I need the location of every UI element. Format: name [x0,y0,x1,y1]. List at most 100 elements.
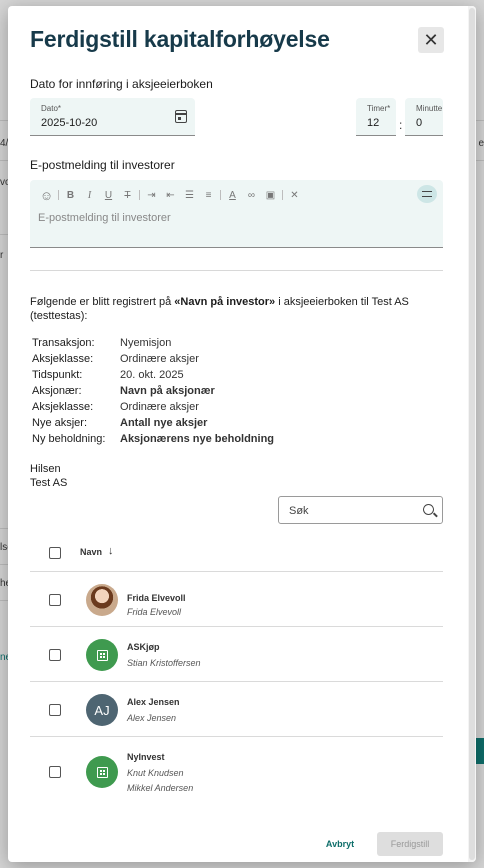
avatar [86,756,118,788]
contact-name: Frida Elvevoll [127,607,182,617]
table-row[interactable]: AJ Alex Jensen Alex Jensen [30,682,443,737]
date-field-value: 2025-10-20 [41,117,98,129]
summary-row: Ny beholdning: Aksjonærens nye beholdning [32,431,274,447]
background-divider [0,528,8,529]
close-icon: ✕ [423,29,439,50]
hours-field[interactable]: Timer* 12 [356,98,396,136]
summary-value: Navn på aksjonær [120,385,215,397]
email-editor-placeholder: E-postmelding til investorer [38,212,171,224]
row-checkbox[interactable] [49,649,61,661]
summary-key: Aksjonær: [32,385,82,397]
summary-value: 20. okt. 2025 [120,369,184,381]
email-section-label: E-postmelding til investorer [30,158,175,172]
table-row[interactable]: Frida Elvevoll Frida Elvevoll [30,572,443,627]
investor-table: Navn ↓ Frida Elvevoll Frida Elvevoll ASK… [30,536,443,808]
calendar-icon[interactable] [175,110,187,123]
toolbar-toggle-icon[interactable] [417,185,437,203]
contact-name: Stian Kristoffersen [127,658,201,668]
summary-value: Ordinære aksjer [120,401,199,413]
summary-value: Ordinære aksjer [120,353,199,365]
scrollbar-thumb[interactable] [469,8,475,860]
indent-decrease-icon[interactable]: ⇤ [161,188,180,202]
investor-name: ASKjøp [127,642,160,652]
clear-format-icon[interactable]: ✕ [285,188,304,202]
avatar: AJ [86,694,118,726]
date-section-label: Dato for innføring i aksjeeierboken [30,77,213,91]
background-text: r [0,250,4,261]
summary-key: Nye aksjer: [32,417,88,429]
summary-key: Transaksjon: [32,337,95,349]
background-divider [0,600,8,601]
bold-icon[interactable]: B [61,188,80,202]
summary-key: Aksjeklasse: [32,401,94,413]
search-input[interactable]: Søk [278,496,443,524]
strikethrough-icon[interactable]: T [118,188,137,202]
summary-row: Nye aksjer: Antall nye aksjer [32,415,274,431]
intro-text: Følgende er blitt registrert på [30,296,175,308]
greeting-text: Hilsen [30,463,61,475]
avatar [86,584,118,616]
signature-text: Test AS [30,477,68,489]
numbered-list-icon[interactable]: ≡ [199,188,218,202]
scrollbar[interactable] [468,6,476,862]
minutes-field[interactable]: Minutte 0 [405,98,443,136]
message-intro: Følgende er blitt registrert på «Navn på… [30,295,443,323]
font-color-icon[interactable]: A [223,188,242,202]
contact-name: Alex Jensen [127,713,177,723]
close-button[interactable]: ✕ [418,27,444,53]
bulleted-list-icon[interactable]: ☰ [180,188,199,202]
building-icon [96,766,108,778]
select-all-checkbox[interactable] [49,547,61,559]
summary-key: Ny beholdning: [32,433,106,445]
dialog-title: Ferdigstill kapitalforhøyelse [30,26,330,52]
investor-name: NyInvest [127,752,165,762]
building-icon [96,649,108,661]
summary-row: Aksjeklasse: Ordinære aksjer [32,399,274,415]
row-checkbox[interactable] [49,704,61,716]
background-divider [0,564,8,565]
summary-row: Transaksjon: Nyemisjon [32,335,274,351]
toolbar-divider [282,190,283,200]
background-text: e [478,138,484,149]
date-field[interactable]: Dato* 2025-10-20 [30,98,195,136]
summary-value: Nyemisjon [120,337,172,349]
background-divider [0,234,8,235]
minutes-field-value: 0 [416,117,423,129]
cancel-button[interactable]: Avbryt [318,832,362,856]
table-row[interactable]: NyInvest Knut Knudsen Mikkel Andersen [30,737,443,808]
transaction-summary: Transaksjon: Nyemisjon Aksjeklasse: Ordinæ… [32,335,274,447]
investor-name: Alex Jensen [127,697,180,707]
italic-icon[interactable]: I [80,188,99,202]
hours-field-label: Timer* [367,104,391,113]
row-checkbox[interactable] [49,594,61,606]
search-icon[interactable] [423,504,434,515]
message-greeting: Hilsen Test AS [30,462,67,490]
contact-name: Mikkel Andersen [127,783,194,793]
email-editor[interactable]: ☺ B I U T ⇥ ⇤ ☰ ≡ A ∞ ▣ ✕ E-postmelding … [30,180,443,248]
finalize-capital-increase-dialog: Ferdigstill kapitalforhøyelse ✕ Dato for… [8,6,476,862]
avatar-initials: AJ [94,702,110,718]
column-header-name[interactable]: Navn [80,547,102,557]
summary-value: Aksjonærens nye beholdning [120,433,275,445]
toolbar-divider [58,190,59,200]
indent-increase-icon[interactable]: ⇥ [142,188,161,202]
background-divider [0,120,8,121]
underline-icon[interactable]: U [99,188,118,202]
summary-key: Aksjeklasse: [32,353,94,365]
summary-row: Tidspunkt: 20. okt. 2025 [32,367,274,383]
image-icon[interactable]: ▣ [261,188,280,202]
minutes-field-label: Minutte [416,104,443,113]
time-separator: : [399,118,403,132]
toolbar-divider [139,190,140,200]
contact-name: Knut Knudsen [127,768,184,778]
sort-descending-icon[interactable]: ↓ [108,545,114,557]
summary-row: Aksjeklasse: Ordinære aksjer [32,351,274,367]
link-icon[interactable]: ∞ [242,188,261,202]
row-checkbox[interactable] [49,766,61,778]
table-row[interactable]: ASKjøp Stian Kristoffersen [30,627,443,682]
background-divider [0,160,8,161]
table-header: Navn ↓ [30,536,443,572]
emoji-icon[interactable]: ☺ [37,188,56,203]
intro-investor-placeholder: «Navn på investor» [174,296,276,308]
finish-button[interactable]: Ferdigstill [377,832,443,856]
